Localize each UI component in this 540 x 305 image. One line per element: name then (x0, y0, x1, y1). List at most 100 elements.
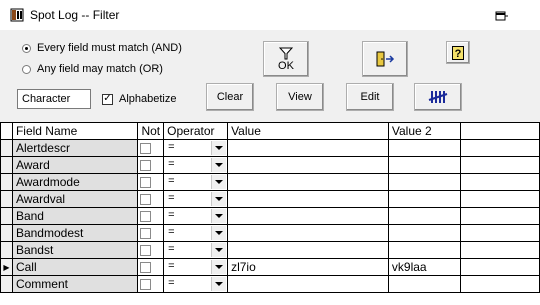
field-name-cell[interactable]: Awardmode (11, 173, 139, 191)
row-indicator (0, 224, 13, 242)
value2-cell[interactable] (387, 275, 461, 293)
not-checkbox[interactable] (140, 228, 152, 240)
value2-cell[interactable] (387, 139, 461, 157)
not-checkbox[interactable] (140, 279, 152, 291)
chevron-down-icon[interactable] (211, 260, 227, 274)
match-all-radio[interactable]: Every field must match (AND) (22, 42, 182, 54)
edit-button[interactable]: Edit (346, 83, 394, 111)
value-cell[interactable] (227, 139, 389, 157)
chevron-down-icon[interactable] (211, 141, 227, 155)
field-name-cell[interactable]: Award (11, 156, 139, 174)
ok-button[interactable]: OK (263, 41, 309, 77)
table-row[interactable]: Bandmodest = (0, 224, 540, 242)
operator-cell[interactable]: = (163, 258, 229, 276)
field-name-cell[interactable]: Awardval (11, 190, 139, 208)
column-header-value2[interactable]: Value 2 (387, 122, 461, 140)
help-button[interactable]: ? (446, 41, 470, 64)
column-header-field-name[interactable]: Field Name (11, 122, 139, 140)
not-cell[interactable] (137, 190, 165, 208)
not-checkbox[interactable] (140, 143, 152, 155)
column-header-value[interactable]: Value (227, 122, 389, 140)
not-cell[interactable] (137, 241, 165, 259)
value-cell[interactable] (227, 224, 389, 242)
operator-cell[interactable]: = (163, 241, 229, 259)
table-row[interactable]: Alertdescr = (0, 139, 540, 157)
filter-grid: Field Name Not Operator Value Value 2 Al… (0, 122, 540, 305)
spot-log-app-icon (10, 8, 24, 22)
value2-cell[interactable] (387, 241, 461, 259)
operator-value: = (168, 226, 175, 238)
clear-button[interactable]: Clear (206, 83, 254, 111)
table-row[interactable]: ▶ Call = zl7io vk9laa (0, 258, 540, 276)
operator-cell[interactable]: = (163, 275, 229, 293)
value2-cell[interactable] (387, 224, 461, 242)
not-cell[interactable] (137, 156, 165, 174)
field-name-cell[interactable]: Call (11, 258, 139, 276)
field-name-cell[interactable]: Alertdescr (11, 139, 139, 157)
alphabetize-checkbox[interactable]: ✓ Alphabetize (102, 93, 177, 105)
not-checkbox[interactable] (140, 194, 152, 206)
table-row[interactable]: Comment = (0, 275, 540, 293)
edit-label: Edit (360, 91, 380, 103)
value2-cell[interactable] (387, 207, 461, 225)
table-row[interactable]: Band = (0, 207, 540, 225)
value-cell[interactable] (227, 241, 389, 259)
not-cell[interactable] (137, 139, 165, 157)
row-indicator (0, 156, 13, 174)
match-any-radio[interactable]: Any field may match (OR) (22, 63, 163, 75)
empty-cell (459, 156, 540, 174)
value2-cell[interactable] (387, 173, 461, 191)
value2-cell[interactable] (387, 190, 461, 208)
value2-cell[interactable] (387, 156, 461, 174)
operator-cell[interactable]: = (163, 207, 229, 225)
operator-cell[interactable]: = (163, 156, 229, 174)
not-cell[interactable] (137, 207, 165, 225)
table-row[interactable]: Award = (0, 156, 540, 174)
value-cell[interactable]: zl7io (227, 258, 389, 276)
sort-field-input[interactable]: Character (17, 89, 91, 109)
field-name-cell[interactable]: Bandst (11, 241, 139, 259)
value-cell[interactable] (227, 207, 389, 225)
operator-cell[interactable]: = (163, 224, 229, 242)
field-name-cell[interactable]: Comment (11, 275, 139, 293)
value-cell[interactable] (227, 275, 389, 293)
value2-cell[interactable]: vk9laa (387, 258, 461, 276)
chevron-down-icon[interactable] (211, 209, 227, 223)
value-cell[interactable] (227, 156, 389, 174)
not-cell[interactable] (137, 258, 165, 276)
not-checkbox[interactable] (140, 177, 152, 189)
operator-cell[interactable]: = (163, 173, 229, 191)
header-row: Field Name Not Operator Value Value 2 (0, 122, 540, 140)
value-cell[interactable] (227, 190, 389, 208)
value-cell[interactable] (227, 173, 389, 191)
not-checkbox[interactable] (140, 211, 152, 223)
tally-button[interactable] (414, 83, 462, 111)
operator-value: = (168, 260, 175, 272)
table-row[interactable]: Awardmode = (0, 173, 540, 191)
table-row[interactable]: Bandst = (0, 241, 540, 259)
not-checkbox[interactable] (140, 245, 152, 257)
table-row[interactable]: Awardval = (0, 190, 540, 208)
not-checkbox[interactable] (140, 160, 152, 172)
chevron-down-icon[interactable] (211, 175, 227, 189)
restore-window-icon[interactable] (482, 4, 518, 28)
field-name-cell[interactable]: Bandmodest (11, 224, 139, 242)
operator-cell[interactable]: = (163, 139, 229, 157)
not-checkbox[interactable] (140, 262, 152, 274)
field-name-cell[interactable]: Band (11, 207, 139, 225)
chevron-down-icon[interactable] (211, 226, 227, 240)
chevron-down-icon[interactable] (211, 277, 227, 291)
column-header-operator[interactable]: Operator (163, 122, 229, 140)
empty-cell (459, 224, 540, 242)
operator-cell[interactable]: = (163, 190, 229, 208)
chevron-down-icon[interactable] (211, 158, 227, 172)
not-cell[interactable] (137, 275, 165, 293)
chevron-down-icon[interactable] (211, 192, 227, 206)
column-header-not[interactable]: Not (137, 122, 165, 140)
chevron-down-icon[interactable] (211, 243, 227, 257)
exit-button[interactable] (362, 41, 408, 77)
operator-value: = (168, 158, 175, 170)
view-button[interactable]: View (276, 83, 324, 111)
not-cell[interactable] (137, 224, 165, 242)
not-cell[interactable] (137, 173, 165, 191)
